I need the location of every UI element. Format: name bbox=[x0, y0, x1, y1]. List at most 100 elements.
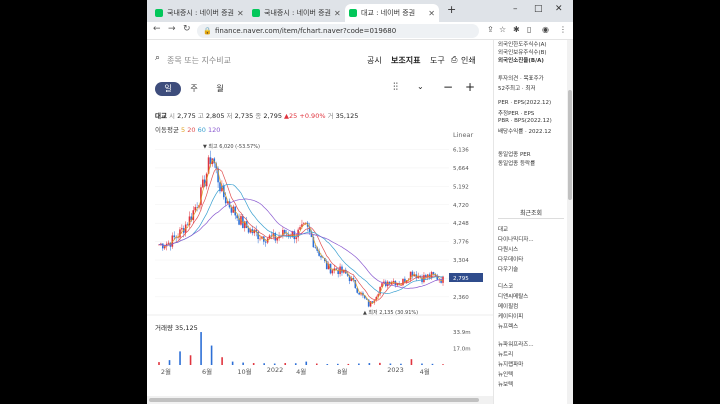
extensions-icon[interactable]: ✱ bbox=[513, 25, 520, 34]
close-tab-icon[interactable]: ✕ bbox=[331, 9, 341, 18]
reload-icon[interactable]: ↻ bbox=[183, 24, 191, 34]
new-tab-button[interactable]: + bbox=[447, 3, 456, 16]
print-link[interactable]: 인쇄 bbox=[461, 55, 476, 66]
x-tick-label: 2월 bbox=[160, 368, 171, 376]
disclosure-link[interactable]: 공시 bbox=[367, 55, 382, 66]
period-day-button[interactable]: 일 bbox=[155, 82, 181, 96]
low-value: 2,735 bbox=[234, 112, 254, 120]
volume-bar bbox=[179, 351, 181, 365]
x-tick-label: 8월 bbox=[337, 368, 348, 376]
tab-3[interactable]: 대교 : 네이버 증권 ✕ bbox=[345, 4, 439, 22]
recent-stock-link[interactable]: 디스코 bbox=[498, 282, 513, 290]
tab-2[interactable]: 국내증시 : 네이버 증권 ✕ bbox=[248, 4, 344, 22]
close-tab-icon[interactable]: ✕ bbox=[234, 9, 244, 18]
recent-stock-link[interactable]: 뉴인텍 bbox=[498, 370, 513, 378]
high-label: 고 bbox=[197, 112, 204, 120]
volume-bar bbox=[389, 363, 392, 365]
menu-dots-icon[interactable]: ⋮ bbox=[559, 25, 567, 34]
recent-stock-link[interactable]: 뉴프렉스 bbox=[498, 322, 518, 330]
vertical-scrollbar[interactable] bbox=[567, 40, 573, 404]
volume-bar bbox=[252, 363, 255, 365]
volume-bar bbox=[242, 362, 244, 365]
recent-stock-link[interactable]: 다이나믹디자... bbox=[498, 235, 534, 243]
candle-body bbox=[194, 207, 197, 211]
horizontal-scrollbar[interactable] bbox=[147, 396, 493, 404]
volume-bar bbox=[158, 362, 160, 365]
bookmark-star-icon[interactable]: ☆ bbox=[499, 25, 506, 34]
candle-body bbox=[224, 197, 227, 204]
candle-body bbox=[247, 228, 250, 233]
candle-body bbox=[392, 280, 395, 283]
naver-favicon-icon bbox=[349, 9, 357, 17]
volume-bar bbox=[294, 363, 297, 365]
back-icon[interactable]: ← bbox=[153, 24, 161, 34]
ma-5: 5 bbox=[181, 126, 186, 134]
compare-search-input[interactable]: 종목 또는 지수비교 bbox=[167, 55, 231, 66]
chevron-down-icon[interactable]: ⌄ bbox=[417, 82, 424, 91]
chart-type-icon[interactable]: ⫶⫶ bbox=[393, 82, 398, 93]
tab-title: 대교 : 네이버 증권 bbox=[361, 9, 416, 17]
candle-body bbox=[295, 237, 298, 240]
minimize-button[interactable]: – bbox=[513, 4, 518, 14]
scrollbar-thumb[interactable] bbox=[149, 398, 479, 402]
recent-stock-link[interactable]: 메이필컴 bbox=[498, 302, 518, 310]
browser-window: 국내증시 : 네이버 증권 ✕ 국내증시 : 네이버 증권 ✕ 대교 : 네이버… bbox=[147, 0, 573, 404]
forward-icon[interactable]: → bbox=[168, 24, 176, 34]
volume-bar bbox=[326, 364, 329, 365]
volume-bar bbox=[379, 362, 381, 365]
recent-stock-link[interactable]: 다우기술 bbox=[498, 265, 518, 273]
tab-1[interactable]: 국내증시 : 네이버 증권 ✕ bbox=[151, 4, 247, 22]
share-icon[interactable]: ⇪ bbox=[487, 25, 494, 34]
tools-link[interactable]: 도구 bbox=[430, 55, 445, 66]
close-window-button[interactable]: ✕ bbox=[555, 4, 563, 14]
recent-stock-link[interactable]: 뉴지랩파마 bbox=[498, 360, 523, 368]
sidebar-icon[interactable]: ▯ bbox=[527, 25, 531, 34]
recent-stock-link[interactable]: 디앤씨메탈스 bbox=[498, 292, 528, 300]
per-label: PBR · BPS(2022.12) bbox=[498, 118, 552, 124]
change-percent: +0.90% bbox=[299, 112, 326, 120]
close-label: 종 bbox=[255, 112, 262, 120]
period-month-button[interactable]: 월 bbox=[207, 82, 233, 96]
maximize-button[interactable]: □ bbox=[534, 4, 543, 14]
recent-stock-link[interactable]: 케이티이피 bbox=[498, 312, 523, 320]
price-chart[interactable]: 6,1365,6645,1924,7204,2483,7763,3042,832… bbox=[147, 135, 493, 367]
close-tab-icon[interactable]: ✕ bbox=[425, 9, 435, 18]
ma-label: 이동평균 bbox=[155, 126, 179, 134]
x-tick-label: 2023 bbox=[387, 366, 404, 374]
indicator-link[interactable]: 보조지표 bbox=[391, 55, 420, 66]
foreign-ownership-label: 외국인한도주식수(A) bbox=[498, 42, 547, 48]
candle-body bbox=[320, 255, 322, 258]
recent-stock-link[interactable]: 뉴보텍 bbox=[498, 380, 513, 388]
zoom-in-button[interactable]: + bbox=[465, 80, 475, 94]
period-selector: 일 주 월 ⫶⫶ ⌄ − + bbox=[147, 80, 493, 98]
volume-title: 거래량 35,125 bbox=[155, 324, 198, 332]
naver-favicon-icon bbox=[155, 9, 163, 17]
print-icon[interactable]: ⎙ bbox=[451, 55, 457, 65]
candle-body bbox=[358, 292, 360, 295]
open-value: 2,775 bbox=[177, 112, 196, 120]
candle-body bbox=[173, 235, 176, 238]
candle-body bbox=[432, 272, 435, 275]
profile-avatar-icon[interactable]: ◉ bbox=[542, 25, 549, 34]
volume-bar bbox=[358, 363, 360, 365]
naver-favicon-icon bbox=[252, 9, 260, 17]
chart-header: ⌕ 종목 또는 지수비교 공시 보조지표 도구 ⎙ 인쇄 bbox=[147, 52, 493, 68]
period-week-button[interactable]: 주 bbox=[181, 82, 207, 96]
ma-20: 20 bbox=[187, 126, 196, 134]
zoom-out-button[interactable]: − bbox=[443, 80, 453, 94]
scrollbar-thumb[interactable] bbox=[568, 90, 572, 200]
recent-stock-link[interactable]: 대교 bbox=[498, 225, 508, 233]
volume-bar bbox=[231, 361, 234, 365]
url-field[interactable]: 🔒 finance.naver.com/item/fchart.naver?co… bbox=[197, 24, 479, 38]
recent-stock-link[interactable]: 뉴트리 bbox=[498, 350, 513, 358]
x-tick-label: 2022 bbox=[266, 366, 284, 374]
x-axis: 2월 6월 10월 2022 4월 8월 2023 4월 bbox=[147, 366, 493, 376]
valuation-label: 투자의견 · 목표주가 bbox=[498, 76, 544, 82]
candle-body bbox=[181, 228, 183, 230]
candle-body bbox=[264, 241, 267, 243]
recent-stock-link[interactable]: 뉴파워프라즈... bbox=[498, 340, 534, 348]
recent-stock-link[interactable]: 다원시스 bbox=[498, 245, 518, 253]
recent-stock-link[interactable]: 다우데이타 bbox=[498, 255, 523, 263]
volume-value: 35,125 bbox=[335, 112, 359, 120]
stock-name: 대교 bbox=[155, 112, 167, 120]
